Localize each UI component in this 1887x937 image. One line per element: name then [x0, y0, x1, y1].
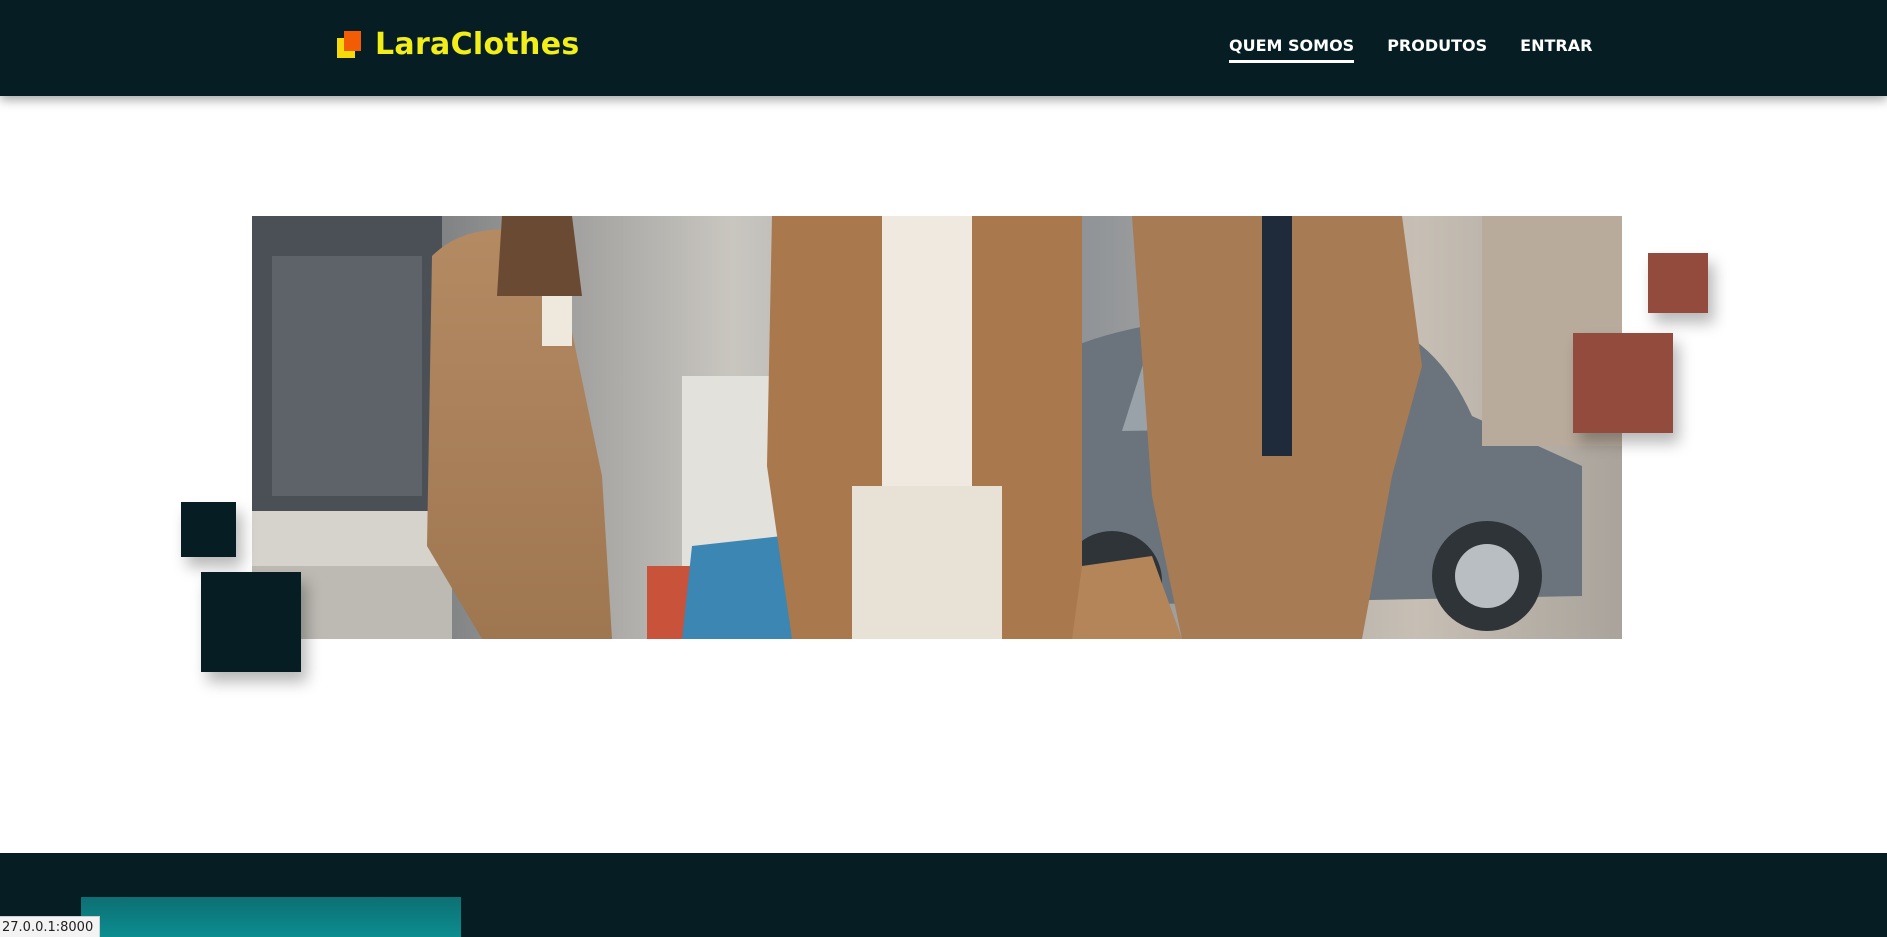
main-nav: QUEM SOMOS PRODUTOS ENTRAR [1229, 36, 1592, 63]
hero-image [252, 216, 1622, 639]
deco-square-dark-small [181, 502, 236, 557]
hero-photo [252, 216, 1622, 639]
status-bar-url: 27.0.0.1:8000 [0, 916, 101, 937]
navbar: LaraClothes QUEM SOMOS PRODUTOS ENTRAR [0, 0, 1887, 96]
footer-card [81, 897, 461, 937]
nav-link-entrar[interactable]: ENTRAR [1520, 36, 1592, 63]
deco-square-rust-large [1573, 333, 1673, 433]
logo-icon [337, 31, 363, 59]
nav-link-produtos[interactable]: PRODUTOS [1387, 36, 1487, 63]
deco-square-dark-large [201, 572, 301, 672]
brand-link[interactable]: LaraClothes [337, 30, 580, 60]
brand-name: LaraClothes [375, 27, 580, 62]
footer [0, 853, 1887, 937]
nav-link-quem-somos[interactable]: QUEM SOMOS [1229, 36, 1355, 63]
deco-square-rust-small [1648, 253, 1708, 313]
